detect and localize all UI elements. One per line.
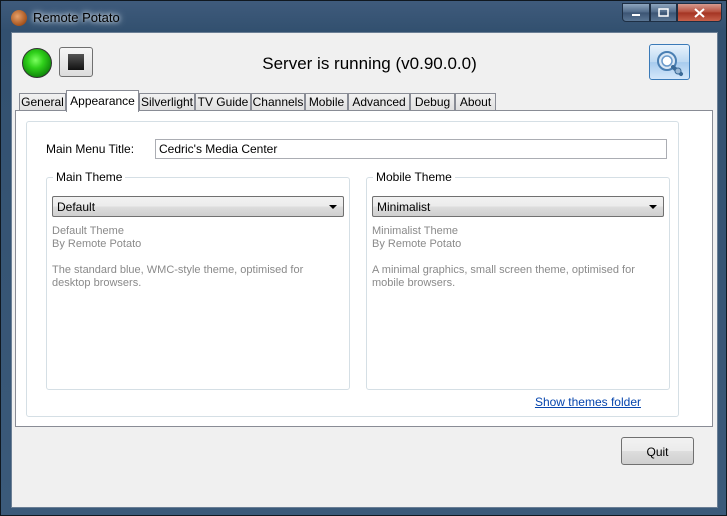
main-client-area: Server is running (v0.90.0.0) General Ap…	[11, 32, 718, 508]
tab-silverlight[interactable]: Silverlight	[139, 93, 195, 111]
close-button[interactable]	[677, 3, 722, 22]
stop-server-button[interactable]	[59, 47, 93, 77]
main-theme-author: By Remote Potato	[52, 238, 142, 250]
appearance-tab-panel: Main Menu Title: Cedric's Media Center M…	[15, 110, 713, 427]
appearance-settings-group: Main Menu Title: Cedric's Media Center M…	[26, 121, 679, 417]
title-bar[interactable]: Remote Potato	[1, 1, 727, 33]
window-title: Remote Potato	[33, 10, 120, 25]
mobile-theme-select[interactable]: Minimalist	[372, 196, 664, 217]
chevron-down-icon	[329, 205, 337, 209]
mobile-theme-title: Mobile Theme	[373, 170, 455, 184]
minimize-button[interactable]	[622, 3, 650, 22]
settings-button[interactable]	[649, 44, 690, 80]
tab-channels[interactable]: Channels	[251, 93, 305, 111]
show-themes-folder-link[interactable]: Show themes folder	[535, 395, 641, 409]
main-theme-description: The standard blue, WMC-style theme, opti…	[52, 264, 304, 289]
main-theme-name: Default Theme	[52, 225, 124, 237]
tab-appearance[interactable]: Appearance	[66, 90, 139, 112]
chevron-down-icon	[649, 205, 657, 209]
mobile-theme-description: A minimal graphics, small screen theme, …	[372, 264, 635, 289]
tab-debug[interactable]: Debug	[410, 93, 455, 111]
tab-advanced[interactable]: Advanced	[348, 93, 410, 111]
menu-title-label: Main Menu Title:	[46, 142, 135, 156]
close-icon	[694, 7, 705, 18]
quit-button[interactable]: Quit	[621, 437, 694, 465]
caption-buttons	[622, 3, 722, 23]
mobile-theme-group: Mobile Theme Minimalist Minimalist Theme…	[366, 170, 670, 390]
tab-general[interactable]: General	[19, 93, 66, 111]
potato-app-icon	[11, 10, 27, 26]
maximize-button[interactable]	[650, 3, 677, 22]
server-status: Server is running (v0.90.0.0)	[262, 54, 477, 73]
tab-tv-guide[interactable]: TV Guide	[195, 93, 251, 111]
maximize-icon	[658, 8, 669, 17]
main-theme-selected-value: Default	[57, 200, 96, 214]
mobile-theme-author: By Remote Potato	[372, 238, 462, 250]
mobile-theme-name: Minimalist Theme	[372, 225, 458, 237]
main-theme-select[interactable]: Default	[52, 196, 344, 217]
start-server-button[interactable]	[22, 48, 52, 78]
menu-title-input[interactable]: Cedric's Media Center	[155, 139, 667, 159]
mobile-theme-selected-value: Minimalist	[377, 200, 431, 214]
settings-gear-icon	[657, 51, 683, 76]
main-theme-title: Main Theme	[53, 170, 126, 184]
tab-mobile[interactable]: Mobile	[305, 93, 348, 111]
stop-square-icon	[68, 54, 84, 70]
app-window: Remote Potato Server is running (v0.90.0…	[0, 0, 727, 516]
tab-about[interactable]: About	[455, 93, 496, 111]
minimize-icon	[632, 13, 640, 16]
main-theme-group: Main Theme Default Default Theme By Remo…	[46, 170, 350, 390]
